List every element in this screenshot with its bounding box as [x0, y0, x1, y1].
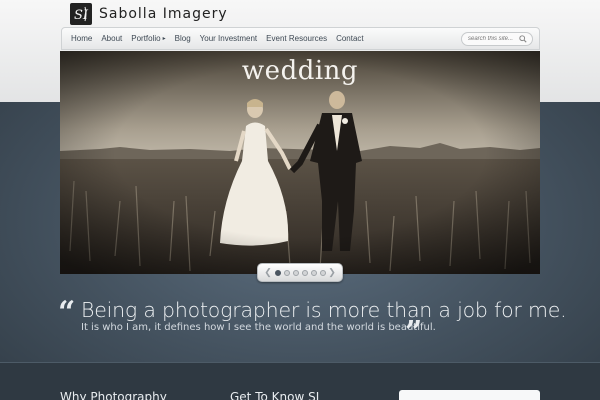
- search-box: [461, 32, 533, 46]
- nav-about[interactable]: About: [101, 34, 122, 43]
- nav-contact[interactable]: Contact: [336, 34, 364, 43]
- nav-contact-label: Contact: [336, 34, 364, 43]
- nav-blog[interactable]: Blog: [175, 34, 191, 43]
- nav-your-investment[interactable]: Your Investment: [200, 34, 258, 43]
- close-quote-icon: ”: [405, 315, 423, 350]
- search-input[interactable]: [468, 36, 518, 42]
- quote-subtext: It is who I am, it defines how I see the…: [81, 322, 436, 333]
- nav-home-label: Home: [71, 34, 93, 43]
- slide-dot-2[interactable]: [283, 269, 290, 276]
- nav-your-investment-label: Your Investment: [199, 34, 258, 43]
- footer-heading-get-to-know: Get To Know SI: [230, 390, 320, 400]
- slider-pagination: [273, 269, 327, 276]
- slide-dot-1[interactable]: [274, 269, 281, 276]
- site-name: Sabolla Imagery: [99, 6, 228, 22]
- svg-text:SI: SI: [74, 8, 89, 23]
- nav-home[interactable]: Home: [71, 34, 92, 43]
- open-quote-icon: “: [58, 295, 76, 330]
- slider-controls: ❮ ❯: [257, 263, 343, 282]
- nav-portfolio-label: Portfolio: [131, 34, 161, 43]
- logo-mark-icon: SI: [70, 3, 92, 25]
- nav-about-label: About: [101, 34, 123, 43]
- submenu-arrow-icon: ▸: [162, 36, 166, 42]
- slide-dot-6[interactable]: [319, 269, 326, 276]
- quote-headline: Being a photographer is more than a job …: [81, 298, 567, 322]
- prev-slide-button[interactable]: ❮: [263, 267, 273, 278]
- nav-blog-label: Blog: [174, 34, 191, 43]
- search-icon[interactable]: [519, 35, 527, 43]
- footer-widget-box: [399, 390, 540, 400]
- site-logo[interactable]: SI Sabolla Imagery: [70, 3, 228, 25]
- nav-portfolio[interactable]: Portfolio ▸: [131, 34, 165, 43]
- nav-event-resources-label: Event Resources: [266, 34, 328, 43]
- featured-slider[interactable]: wedding: [60, 51, 540, 274]
- nav-event-resources[interactable]: Event Resources: [266, 34, 327, 43]
- slide-dot-3[interactable]: [292, 269, 299, 276]
- main-nav: Home About Portfolio ▸ Blog Your Investme…: [61, 27, 540, 50]
- next-slide-button[interactable]: ❯: [327, 267, 337, 278]
- slide-dot-5[interactable]: [310, 269, 317, 276]
- slide-dot-4[interactable]: [301, 269, 308, 276]
- footer-heading-why-photography: Why Photography: [60, 390, 167, 400]
- slide-title: wedding: [241, 56, 359, 86]
